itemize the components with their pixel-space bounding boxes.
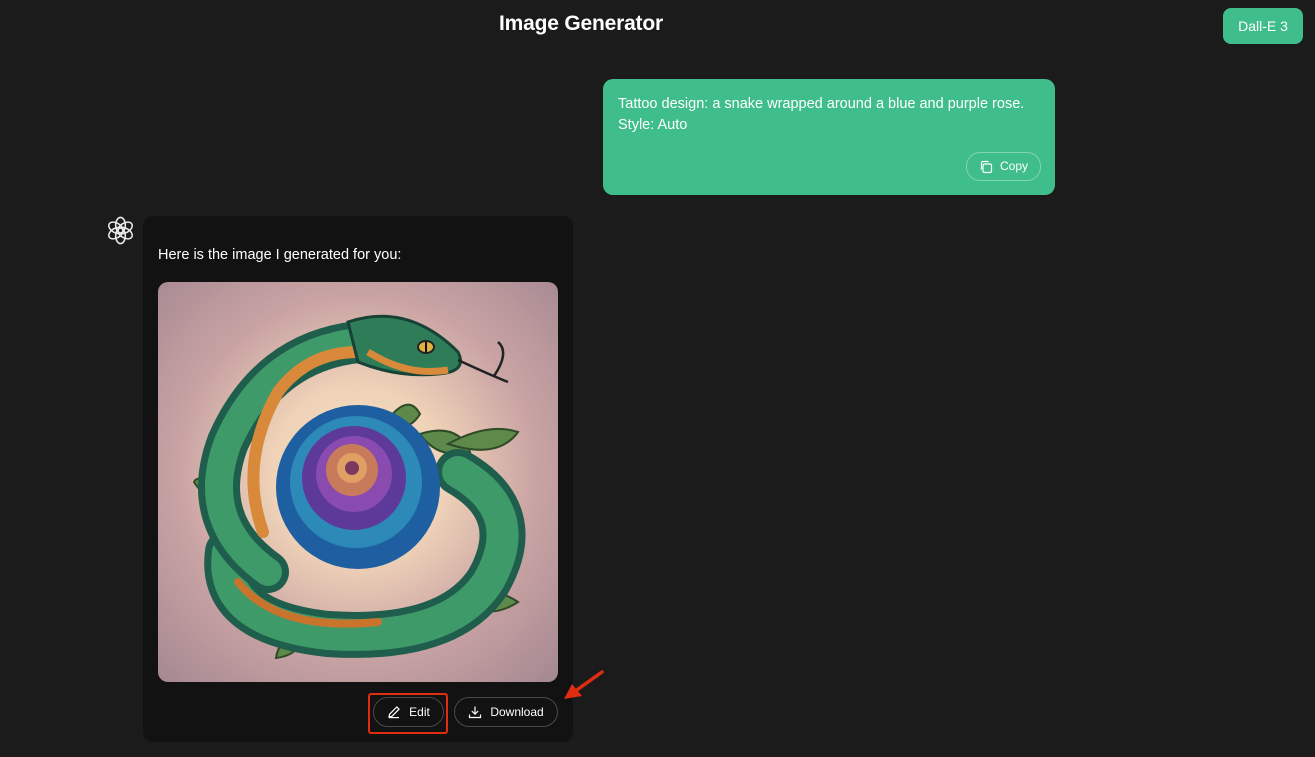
assistant-message-text: Here is the image I generated for you: <box>158 247 402 263</box>
snake-rose-illustration <box>192 314 526 660</box>
copy-button[interactable]: Copy <box>965 152 1041 181</box>
copy-label: Copy <box>999 159 1028 173</box>
copy-icon <box>980 160 993 173</box>
arrow-annotation-icon <box>564 670 604 699</box>
openai-logo-icon <box>108 216 133 245</box>
generated-image[interactable] <box>158 282 558 682</box>
model-selector-button[interactable]: Dall-E 3 <box>1223 8 1303 44</box>
page-title: Image Generator <box>499 12 663 35</box>
assistant-message-bubble: Here is the image I generated for you: E… <box>143 216 573 742</box>
user-message-bubble: Tattoo design: a snake wrapped around a … <box>603 79 1055 195</box>
user-message-line: Style: Auto <box>618 117 688 133</box>
user-message-line: Tattoo design: a snake wrapped around a … <box>618 96 1025 112</box>
download-icon <box>469 706 482 719</box>
edit-highlight-annotation <box>368 693 448 734</box>
download-label: Download <box>490 705 544 719</box>
download-button[interactable]: Download <box>454 697 558 727</box>
